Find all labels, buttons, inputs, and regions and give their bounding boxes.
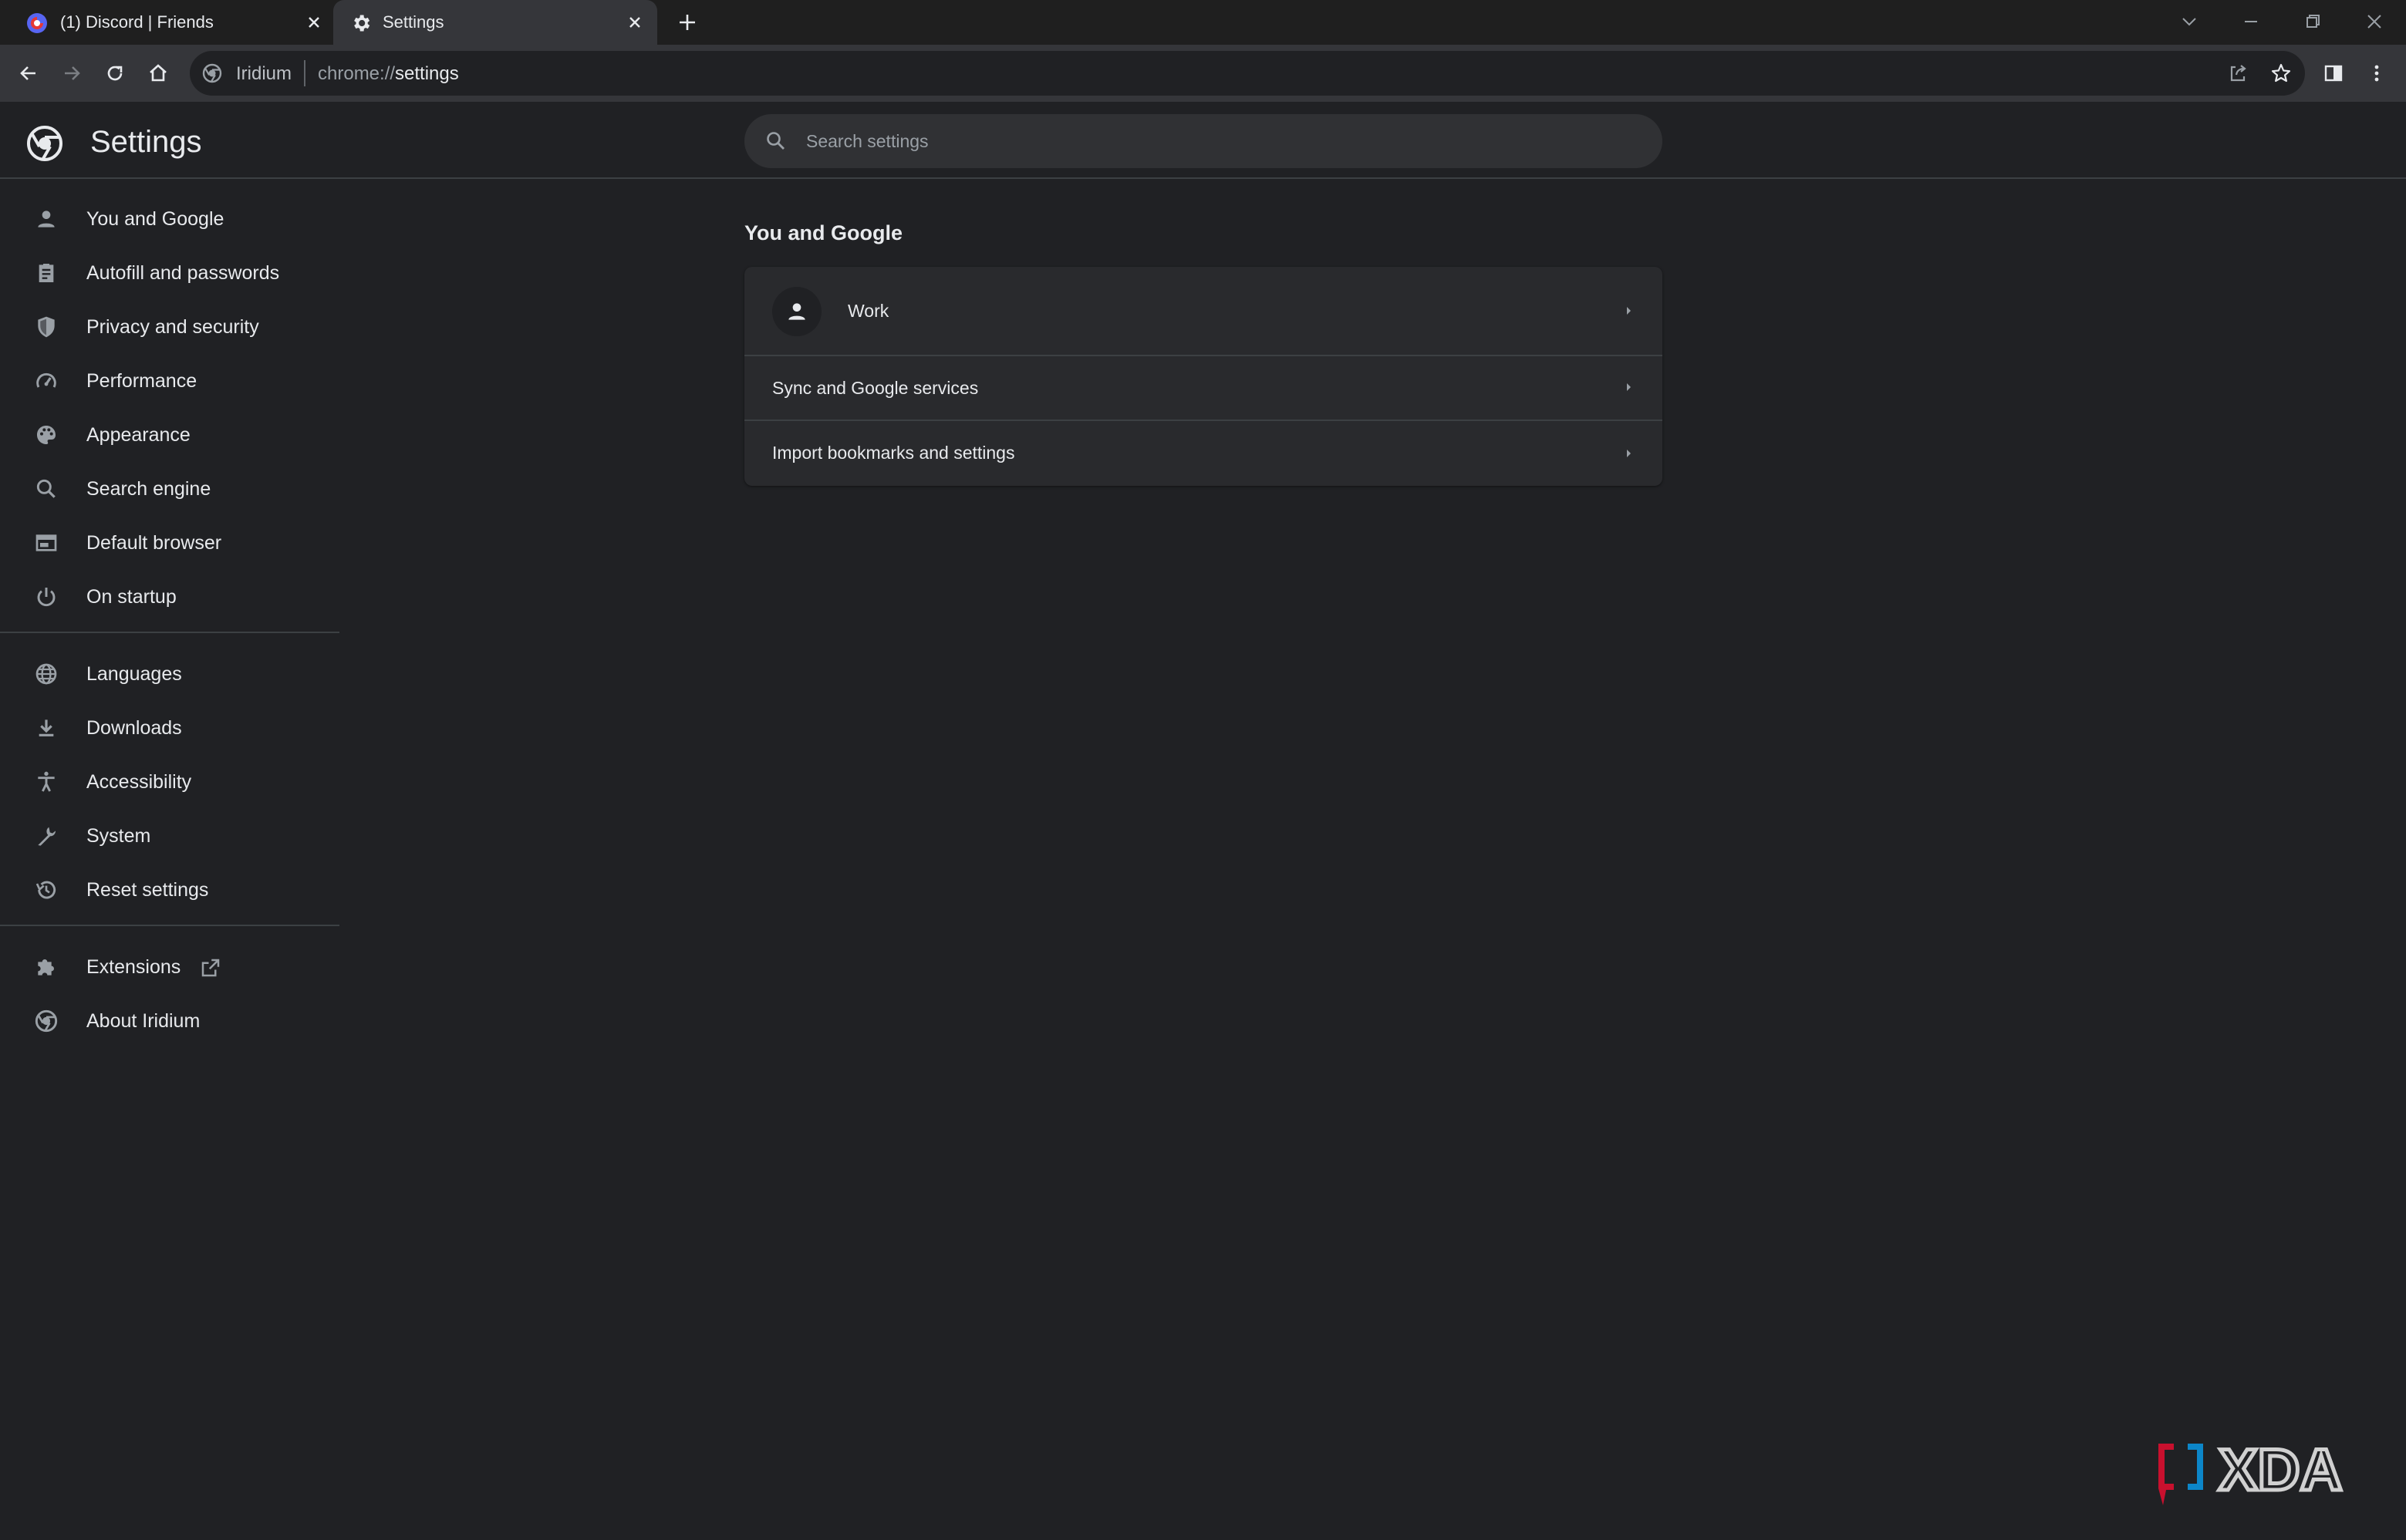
browser-window-icon	[34, 531, 59, 555]
sidebar-item-label: Privacy and security	[86, 316, 259, 338]
search-icon	[764, 130, 788, 153]
sidebar-item-label: You and Google	[86, 208, 224, 230]
sidebar-item-downloads[interactable]: Downloads	[0, 700, 339, 754]
shield-icon	[34, 315, 59, 339]
tab-discord[interactable]: (1) Discord | Friends	[0, 0, 332, 45]
sidebar-item-label: Downloads	[86, 717, 182, 739]
puzzle-icon	[34, 955, 59, 979]
share-icon[interactable]	[2226, 62, 2249, 85]
history-icon	[34, 878, 59, 902]
sidebar-item-label: Appearance	[86, 424, 191, 446]
sidebar-item-extensions[interactable]: Extensions	[0, 939, 339, 993]
sidebar-item-label: Performance	[86, 370, 197, 392]
sidebar-item-system[interactable]: System	[0, 808, 339, 862]
arrow-right-icon	[1619, 378, 1638, 396]
sidebar-item-languages[interactable]: Languages	[0, 646, 339, 700]
tab-strip: (1) Discord | Friends Settings	[0, 0, 2406, 45]
minimize-icon[interactable]	[2237, 8, 2265, 35]
sidebar-item-label: Reset settings	[86, 879, 209, 901]
sidebar-item-label: Search engine	[86, 478, 211, 500]
tab-title: Settings	[383, 12, 444, 32]
search-input[interactable]	[806, 123, 1624, 159]
window-close-icon[interactable]	[2360, 8, 2388, 35]
sidebar-item-appearance[interactable]: Appearance	[0, 407, 339, 461]
speedometer-icon	[34, 369, 59, 393]
person-icon	[788, 303, 805, 320]
sync-google-services-row[interactable]: Sync and Google services	[744, 355, 1662, 418]
sidebar-item-label: Autofill and passwords	[86, 262, 280, 284]
palette-icon	[34, 423, 59, 447]
sidebar-item-label: On startup	[86, 586, 177, 608]
xda-watermark-logo: XDA	[2154, 1439, 2385, 1510]
watermark-text: XDA	[2219, 1439, 2342, 1503]
sidebar-item-label: System	[86, 825, 151, 847]
sidebar-item-default-browser[interactable]: Default browser	[0, 515, 339, 569]
you-and-google-card: Work Sync and Google services Import boo…	[744, 267, 1662, 486]
reload-icon[interactable]	[100, 59, 130, 88]
profile-row[interactable]: Work	[744, 267, 1662, 353]
close-icon[interactable]	[625, 12, 645, 32]
chromium-logo-icon	[202, 63, 222, 83]
search-settings-box[interactable]	[744, 114, 1662, 168]
section-title: You and Google	[744, 221, 903, 244]
profile-name: Work	[848, 301, 889, 321]
settings-header: Settings	[0, 102, 2406, 179]
omnibox-divider	[304, 60, 305, 86]
sidebar-item-accessibility[interactable]: Accessibility	[0, 754, 339, 808]
sidebar-item-label: Accessibility	[86, 771, 192, 793]
row-label: Import bookmarks and settings	[772, 443, 1015, 463]
avatar	[772, 287, 822, 336]
open-in-new-icon	[199, 956, 222, 979]
download-icon	[34, 716, 59, 740]
sidebar-item-label: Default browser	[86, 532, 222, 554]
sidebar-item-on-startup[interactable]: On startup	[0, 569, 339, 623]
side-panel-icon[interactable]	[2319, 59, 2348, 88]
import-bookmarks-row[interactable]: Import bookmarks and settings	[744, 420, 1662, 486]
sidebar-item-label: Languages	[86, 663, 182, 685]
restore-icon[interactable]	[2299, 8, 2327, 35]
chromium-logo-icon	[26, 125, 63, 162]
browser-toolbar: Iridium chrome://settings	[0, 45, 2406, 102]
arrow-right-icon	[1619, 444, 1638, 463]
url-path: settings	[395, 63, 459, 84]
back-arrow-icon[interactable]	[14, 59, 43, 88]
sidebar-divider	[0, 632, 339, 633]
clipboard-icon	[34, 261, 59, 285]
sidebar-item-autofill[interactable]: Autofill and passwords	[0, 245, 339, 299]
arrow-right-icon	[1619, 302, 1638, 320]
sidebar-item-reset-settings[interactable]: Reset settings	[0, 862, 339, 916]
sidebar-divider	[0, 925, 339, 926]
search-icon	[34, 477, 59, 501]
home-icon[interactable]	[143, 59, 173, 88]
kebab-menu-icon[interactable]	[2362, 59, 2391, 88]
tab-search-chevron-icon[interactable]	[2175, 8, 2203, 35]
page-title: Settings	[90, 125, 202, 159]
sidebar-item-performance[interactable]: Performance	[0, 353, 339, 407]
close-icon[interactable]	[304, 12, 324, 32]
gear-icon	[350, 12, 372, 34]
star-bookmark-icon[interactable]	[2269, 62, 2293, 85]
globe-icon	[34, 662, 59, 686]
sidebar-item-label: Extensions	[86, 956, 181, 978]
power-icon	[34, 585, 59, 609]
accessibility-icon	[34, 770, 59, 794]
address-bar[interactable]: Iridium chrome://settings	[190, 51, 2305, 96]
wrench-icon	[34, 824, 59, 848]
sidebar-item-privacy[interactable]: Privacy and security	[0, 299, 339, 353]
tab-title: (1) Discord | Friends	[60, 12, 214, 32]
new-tab-plus-icon[interactable]	[676, 11, 699, 34]
chromium-logo-icon	[34, 1009, 59, 1033]
person-icon	[34, 207, 59, 231]
url-scheme: chrome://	[318, 63, 396, 84]
row-label: Sync and Google services	[772, 378, 979, 398]
site-name: Iridium	[236, 63, 292, 84]
sidebar-item-label: About Iridium	[86, 1010, 201, 1032]
sidebar-item-you-and-google[interactable]: You and Google	[0, 191, 339, 245]
forward-arrow-icon[interactable]	[57, 59, 86, 88]
discord-icon	[26, 12, 48, 34]
sidebar-item-search-engine[interactable]: Search engine	[0, 461, 339, 515]
url-text: chrome://settings	[318, 63, 459, 85]
tab-settings[interactable]: Settings	[333, 0, 657, 45]
sidebar-item-about-iridium[interactable]: About Iridium	[0, 993, 339, 1047]
